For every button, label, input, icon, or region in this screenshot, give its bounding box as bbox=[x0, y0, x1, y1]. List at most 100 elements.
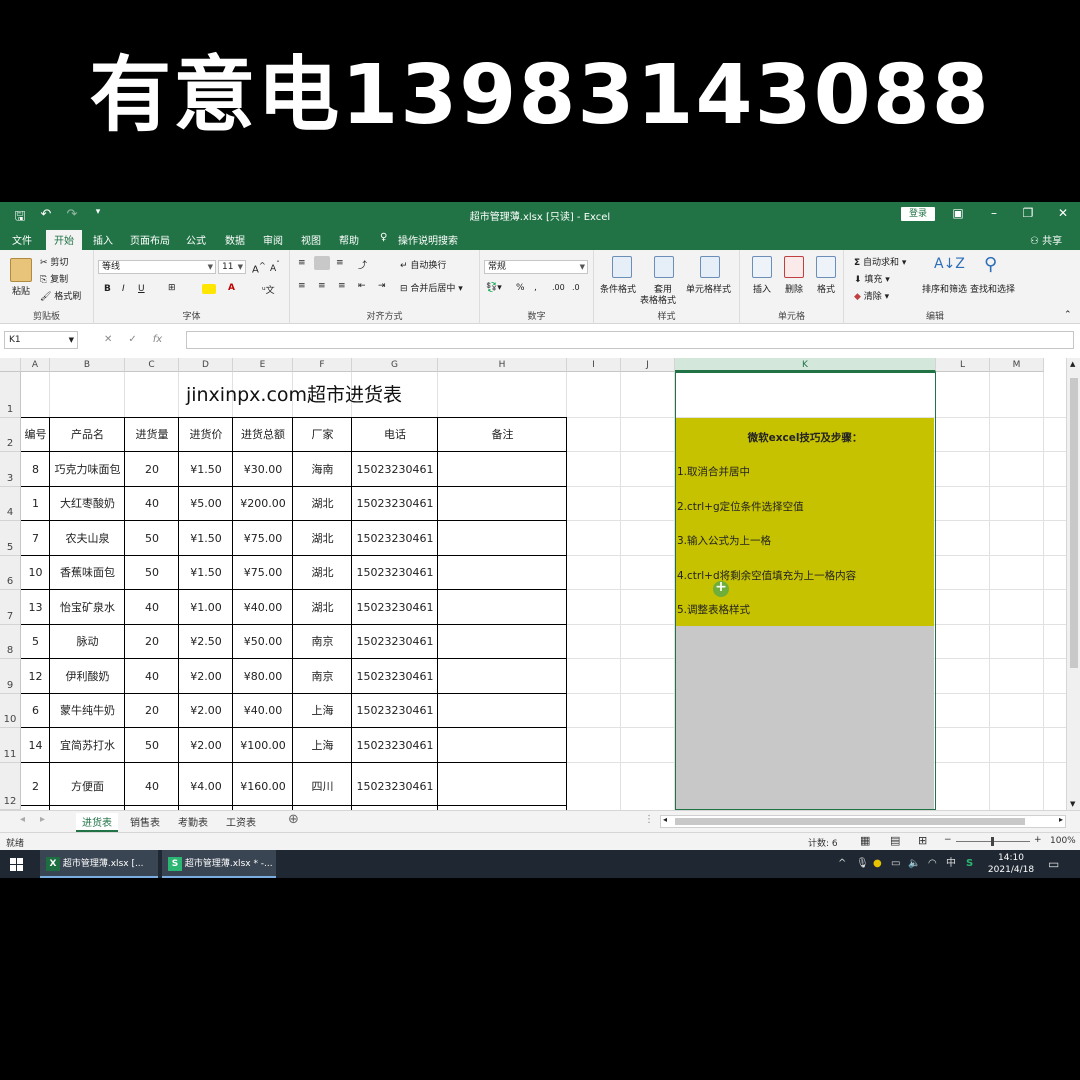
insert-cells-icon[interactable] bbox=[752, 256, 772, 278]
ime-indicator[interactable]: 中 bbox=[946, 850, 956, 878]
name-box[interactable]: K1 ▼ bbox=[4, 331, 78, 349]
column-header[interactable]: D bbox=[179, 358, 233, 372]
close-icon[interactable]: ✕ bbox=[1053, 206, 1073, 220]
paste-icon[interactable] bbox=[10, 258, 32, 282]
table-cell[interactable]: ¥5.00 bbox=[179, 487, 233, 521]
scroll-left-icon[interactable]: ◂ bbox=[663, 815, 667, 824]
row-header[interactable]: 1 bbox=[0, 372, 21, 418]
column-header[interactable]: A bbox=[21, 358, 50, 372]
sheet-title[interactable]: jinxinpx.com超市进货表 bbox=[21, 372, 567, 418]
table-cell[interactable]: 7 bbox=[21, 521, 50, 556]
column-header[interactable]: F bbox=[293, 358, 352, 372]
font-name-select[interactable]: 等线 ▼ bbox=[98, 260, 216, 274]
tell-me-search[interactable]: 操作说明搜索 bbox=[398, 232, 458, 247]
normal-view-icon[interactable]: ▦ bbox=[860, 834, 870, 847]
format-as-table-line2[interactable]: 表格格式 bbox=[640, 293, 676, 306]
tab-formulas[interactable]: 公式 bbox=[186, 232, 206, 247]
paste-button[interactable]: 粘贴 bbox=[12, 284, 30, 297]
align-left-icon[interactable]: ≡ bbox=[298, 281, 306, 291]
scroll-down-icon[interactable]: ▼ bbox=[1070, 800, 1075, 808]
tab-page-layout[interactable]: 页面布局 bbox=[130, 232, 170, 247]
table-cell[interactable]: 20 bbox=[125, 625, 179, 659]
table-cell[interactable]: ¥2.00 bbox=[179, 728, 233, 763]
table-cell[interactable] bbox=[438, 694, 567, 728]
table-cell[interactable]: ¥2.50 bbox=[179, 625, 233, 659]
table-cell[interactable] bbox=[438, 556, 567, 590]
column-header[interactable]: K bbox=[675, 358, 936, 372]
format-cells-icon[interactable] bbox=[816, 256, 836, 278]
autosum-button[interactable]: Σ 自动求和 ▾ bbox=[854, 255, 906, 268]
column-header[interactable]: B bbox=[50, 358, 125, 372]
column-header[interactable]: J bbox=[621, 358, 675, 372]
conditional-format-button[interactable]: 条件格式 bbox=[600, 282, 636, 295]
insert-function-icon[interactable]: fx bbox=[153, 334, 162, 345]
row-header[interactable]: 7 bbox=[0, 590, 21, 625]
borders-icon[interactable]: ⊞ bbox=[168, 283, 176, 293]
header-cell[interactable]: 厂家 bbox=[293, 418, 352, 452]
table-cell[interactable]: 15023230461 bbox=[352, 625, 438, 659]
format-as-table-icon[interactable] bbox=[654, 256, 674, 278]
scroll-up-icon[interactable]: ▲ bbox=[1070, 360, 1075, 368]
ribbon-display-icon[interactable]: ▣ bbox=[948, 206, 968, 220]
table-cell[interactable]: 巧克力味面包 bbox=[50, 452, 125, 487]
formula-input[interactable] bbox=[186, 331, 1074, 349]
column-header[interactable]: G bbox=[352, 358, 438, 372]
table-cell[interactable]: 15023230461 bbox=[352, 659, 438, 694]
table-cell[interactable]: 13 bbox=[21, 590, 50, 625]
table-cell[interactable]: ¥4.00 bbox=[179, 763, 233, 810]
tab-help[interactable]: 帮助 bbox=[339, 232, 359, 247]
header-cell[interactable]: 编号 bbox=[21, 418, 50, 452]
row-header[interactable]: 2 bbox=[0, 418, 21, 452]
header-cell[interactable]: 产品名 bbox=[50, 418, 125, 452]
table-cell[interactable]: ¥80.00 bbox=[233, 659, 293, 694]
sort-filter-button[interactable]: 排序和筛选 bbox=[922, 282, 967, 295]
table-cell[interactable] bbox=[438, 728, 567, 763]
horizontal-scrollbar[interactable]: ◂ ▸ bbox=[660, 815, 1066, 828]
clear-button[interactable]: ◆ 清除 ▾ bbox=[854, 289, 889, 302]
table-cell[interactable]: 农夫山泉 bbox=[50, 521, 125, 556]
zoom-in-icon[interactable]: + bbox=[1034, 835, 1042, 845]
table-cell[interactable]: 15023230461 bbox=[352, 521, 438, 556]
merge-center-button[interactable]: ⊟ 合并后居中 ▾ bbox=[400, 281, 463, 294]
table-cell[interactable]: 脉动 bbox=[50, 625, 125, 659]
collapse-ribbon-icon[interactable]: ⌃ bbox=[1064, 310, 1072, 320]
table-cell[interactable]: 15023230461 bbox=[352, 694, 438, 728]
table-cell[interactable]: ¥40.00 bbox=[233, 694, 293, 728]
tab-data[interactable]: 数据 bbox=[225, 232, 245, 247]
tab-insert[interactable]: 插入 bbox=[93, 232, 113, 247]
share-button[interactable]: ⚇ 共享 bbox=[1030, 232, 1062, 247]
find-select-icon[interactable]: ⚲ bbox=[984, 254, 997, 275]
table-cell[interactable]: 南京 bbox=[293, 625, 352, 659]
enter-icon[interactable]: ✓ bbox=[128, 334, 136, 345]
underline-icon[interactable]: U bbox=[138, 284, 145, 294]
cell-styles-icon[interactable] bbox=[700, 256, 720, 278]
row-header[interactable]: 11 bbox=[0, 728, 21, 763]
table-cell[interactable]: 宜简苏打水 bbox=[50, 728, 125, 763]
table-cell[interactable]: ¥75.00 bbox=[233, 521, 293, 556]
table-cell[interactable]: 40 bbox=[125, 659, 179, 694]
table-cell[interactable]: ¥50.00 bbox=[233, 625, 293, 659]
align-middle-icon[interactable] bbox=[314, 256, 330, 270]
zoom-out-icon[interactable]: − bbox=[944, 835, 952, 845]
sheet-tab[interactable]: 进货表 bbox=[76, 813, 118, 832]
header-cell[interactable]: 备注 bbox=[438, 418, 567, 452]
comma-style-icon[interactable]: , bbox=[534, 283, 537, 293]
sheet-tab[interactable]: 工资表 bbox=[220, 813, 262, 830]
microphone-icon[interactable]: 🎙 bbox=[856, 850, 869, 878]
table-cell[interactable]: 15023230461 bbox=[352, 452, 438, 487]
login-button[interactable]: 登录 bbox=[901, 207, 935, 221]
table-cell[interactable]: 上海 bbox=[293, 728, 352, 763]
table-cell[interactable]: 15023230461 bbox=[352, 556, 438, 590]
table-cell[interactable]: 15023230461 bbox=[352, 763, 438, 810]
decrease-decimal-icon[interactable]: .0 bbox=[572, 283, 580, 292]
table-cell[interactable]: 12 bbox=[21, 659, 50, 694]
network-icon[interactable]: ◠ bbox=[928, 850, 937, 878]
table-cell[interactable]: ¥100.00 bbox=[233, 728, 293, 763]
maximize-icon[interactable]: ❐ bbox=[1018, 206, 1038, 220]
table-cell[interactable]: ¥1.00 bbox=[179, 590, 233, 625]
tab-home[interactable]: 开始 bbox=[46, 230, 82, 250]
tab-file[interactable]: 文件 bbox=[12, 232, 32, 247]
format-cells-button[interactable]: 格式 bbox=[817, 282, 835, 295]
row-header[interactable]: 9 bbox=[0, 659, 21, 694]
table-cell[interactable]: ¥2.00 bbox=[179, 694, 233, 728]
